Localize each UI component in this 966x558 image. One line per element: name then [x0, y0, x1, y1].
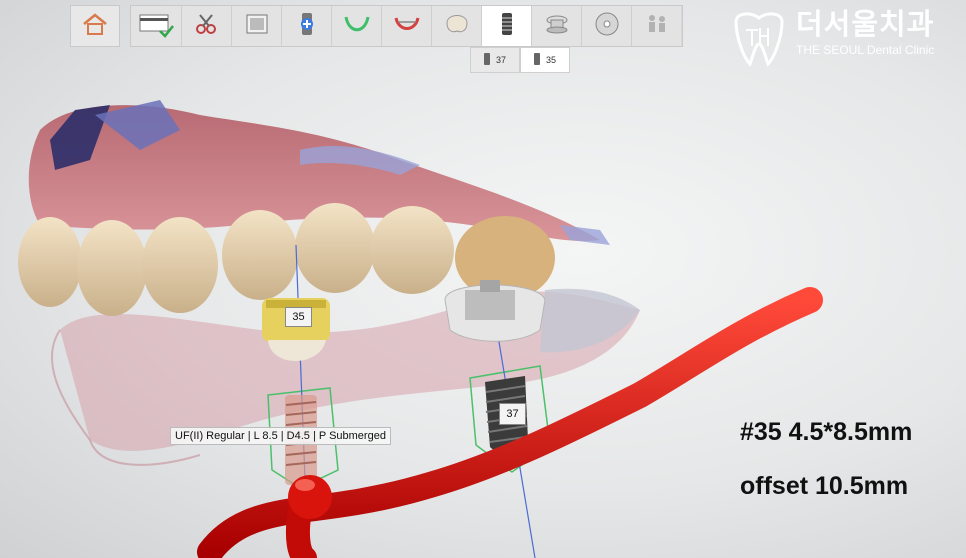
- implant-fixture-icon: [497, 10, 517, 43]
- step-arch[interactable]: [332, 6, 382, 46]
- implant-37-label[interactable]: 37: [499, 403, 526, 425]
- workflow-steps: [130, 5, 683, 47]
- offset-note: offset 10.5mm: [740, 472, 909, 500]
- logo-korean-text: 더서울치과: [796, 9, 935, 41]
- step-implant[interactable]: [482, 6, 532, 46]
- implant-size-note: #35 4.5*8.5mm: [740, 418, 913, 446]
- people-icon: [643, 11, 671, 42]
- implant-small-icon: [483, 53, 490, 67]
- abutment-37: [444, 280, 546, 342]
- crown-tooth-icon: [443, 11, 471, 42]
- step-scan[interactable]: [131, 6, 182, 46]
- step-add-implant[interactable]: [282, 6, 332, 46]
- implant-35-label[interactable]: 35: [285, 307, 312, 327]
- home-icon: [81, 12, 109, 41]
- step-cut[interactable]: [182, 6, 232, 46]
- logo-english-text: THE SEOUL Dental Clinic: [796, 43, 935, 57]
- arch-curve-icon: [343, 12, 371, 41]
- step-share[interactable]: [632, 6, 682, 46]
- step-crown[interactable]: [432, 6, 482, 46]
- workflow-toolbar: [70, 5, 683, 47]
- subtab-37-label: 37: [495, 55, 506, 65]
- implant-small-icon: [533, 53, 540, 67]
- step-align[interactable]: [382, 6, 432, 46]
- step-sleeve[interactable]: [532, 6, 582, 46]
- disc-export-icon: [593, 10, 621, 43]
- add-implant-icon: [294, 11, 320, 42]
- subtab-35-label: 35: [545, 55, 556, 65]
- sleeve-ring-icon: [543, 12, 571, 41]
- step-export[interactable]: [582, 6, 632, 46]
- home-button[interactable]: [70, 5, 120, 47]
- image-frame-icon: [244, 12, 270, 41]
- align-arch-icon: [393, 12, 421, 41]
- implant-subtabs: 37 35: [470, 47, 570, 73]
- cut-scissors-icon: [194, 12, 220, 41]
- clinic-logo: 더서울치과 THE SEOUL Dental Clinic: [728, 8, 934, 73]
- tooth-logo-icon: [728, 8, 790, 73]
- step-image[interactable]: [232, 6, 282, 46]
- lower-jaw-gray: [540, 288, 640, 353]
- implant-info-tooltip: UF(II) Regular | L 8.5 | D4.5 | P Submer…: [170, 427, 391, 445]
- subtab-37[interactable]: 37: [470, 47, 520, 73]
- scan-card-check-icon: [136, 9, 176, 44]
- subtab-35[interactable]: 35: [520, 47, 570, 73]
